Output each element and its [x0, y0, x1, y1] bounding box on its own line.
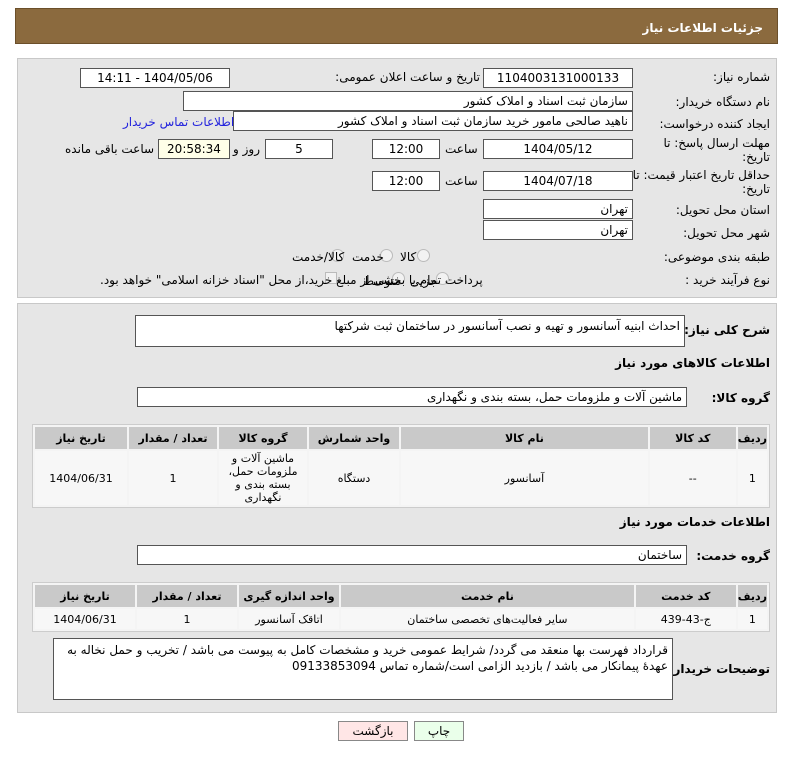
announce-field: 1404/05/06 - 14:11	[80, 68, 230, 88]
need-number-field: 1104003131000133	[483, 68, 633, 88]
cell-quantity: 1	[129, 451, 217, 505]
description-label: شرح کلی نیاز:	[684, 323, 770, 337]
services-header-date: تاریخ نیاز	[35, 585, 135, 607]
city-label: شهر محل تحویل:	[683, 226, 770, 240]
services-header-quantity: تعداد / مقدار	[137, 585, 237, 607]
goods-header-unit: واحد شمارش	[309, 427, 399, 449]
cell-code: ج-43-439	[635, 609, 736, 629]
page-header: جزئیات اطلاعات نیاز	[15, 8, 778, 44]
process-label: نوع فرآیند خرید :	[685, 273, 770, 287]
service-group-label: گروه خدمت:	[696, 549, 770, 563]
services-header-unit: واحد اندازه گیری	[239, 585, 339, 607]
description-field[interactable]: احداث ابنیه آسانسور و تهیه و نصب آسانسور…	[135, 315, 685, 347]
need-number-label: شماره نیاز:	[713, 70, 770, 84]
days-field: 5	[265, 139, 333, 159]
treasury-payment-note: پرداخت تمام یا بخشی از مبلغ خرید،از محل …	[100, 273, 483, 287]
cell-date: 1404/06/31	[35, 609, 135, 629]
buyer-contact-link[interactable]: اطلاعات تماس خریدار	[123, 115, 234, 129]
city-field: تهران	[483, 220, 633, 240]
deadline-date-field: 1404/05/12	[483, 139, 633, 159]
creator-label: ایجاد کننده درخواست:	[659, 117, 770, 131]
services-header-name: نام خدمت	[341, 585, 634, 607]
deadline-time-label: ساعت	[445, 142, 478, 156]
category-goods-label: کالا	[400, 250, 417, 264]
deadline-label: مهلت ارسال پاسخ: تا تاریخ:	[663, 136, 770, 164]
goods-header-row-number: ردیف	[737, 427, 767, 449]
services-header-row-number: ردیف	[737, 585, 767, 607]
goods-group-label: گروه کالا:	[711, 391, 770, 405]
cell-row-number: 1	[737, 451, 767, 505]
validity-time-field: 12:00	[372, 171, 440, 191]
goods-header-name: نام کالا	[401, 427, 648, 449]
cell-name: سایر فعالیت‌های تخصصی ساختمان	[341, 609, 634, 629]
goods-table: ردیف کد کالا نام کالا واحد شمارش گروه کالا تع…	[32, 424, 770, 508]
validity-date-field: 1404/07/18	[483, 171, 633, 191]
goods-header-quantity: تعداد / مقدار	[129, 427, 217, 449]
print-button[interactable]: چاپ	[414, 721, 464, 741]
buyer-org-field: سازمان ثبت اسناد و املاک کشور	[183, 91, 633, 111]
buyer-notes-field[interactable]: قرارداد فهرست بها منعقد می گردد/ شرایط ع…	[53, 638, 673, 700]
services-header-code: کد خدمت	[635, 585, 736, 607]
cell-code: --	[649, 451, 736, 505]
services-section-title: اطلاعات خدمات مورد نیاز	[619, 515, 770, 529]
buyer-notes-label: توضیحات خریدار:	[668, 662, 770, 676]
cell-name: آسانسور	[401, 451, 648, 505]
remaining-label: ساعت باقی مانده	[65, 142, 155, 156]
cell-row-number: 1	[737, 609, 767, 629]
category-both-label: کالا/خدمت	[292, 250, 345, 264]
announce-label: تاریخ و ساعت اعلان عمومی:	[335, 70, 480, 84]
cell-quantity: 1	[137, 609, 237, 629]
category-service-label: خدمت	[352, 250, 384, 264]
category-radio-goods[interactable]	[417, 249, 430, 262]
buyer-org-label: نام دستگاه خریدار:	[675, 95, 771, 109]
table-row: 1 -- آسانسور دستگاه ماشین آلات و ملزومات حمل…	[35, 451, 767, 505]
deadline-time-field: 12:00	[372, 139, 440, 159]
goods-header-group: گروه کالا	[219, 427, 307, 449]
creator-field: ناهید صالحی مامور خرید سازمان ثبت اسناد …	[233, 111, 633, 131]
province-label: استان محل تحویل:	[675, 203, 770, 217]
goods-header-code: کد کالا	[649, 427, 736, 449]
table-row: 1 ج-43-439 سایر فعالیت‌های تخصصی ساختمان ات…	[35, 609, 767, 629]
remaining-time-field: 20:58:34	[158, 139, 230, 159]
goods-section-title: اطلاعات کالاهای مورد نیاز	[615, 356, 770, 370]
days-label: روز و	[233, 142, 260, 156]
back-button[interactable]: بازگشت	[338, 721, 408, 741]
cell-group: ماشین آلات و ملزومات حمل، بسته بندی و نگ…	[219, 451, 307, 505]
service-group-field: ساختمان	[137, 545, 687, 565]
province-field: تهران	[483, 199, 633, 219]
cell-date: 1404/06/31	[35, 451, 127, 505]
services-table: ردیف کد خدمت نام خدمت واحد اندازه گیری تعداد…	[32, 582, 770, 632]
cell-unit: اتاقک آسانسور	[239, 609, 339, 629]
validity-label: حداقل تاریخ اعتبار قیمت: تا تاریخ:	[632, 168, 770, 196]
goods-group-field: ماشین آلات و ملزومات حمل، بسته بندی و نگ…	[137, 387, 687, 407]
goods-header-date: تاریخ نیاز	[35, 427, 127, 449]
cell-unit: دستگاه	[309, 451, 399, 505]
category-label: طبقه بندی موضوعی:	[663, 250, 770, 264]
validity-time-label: ساعت	[445, 174, 478, 188]
